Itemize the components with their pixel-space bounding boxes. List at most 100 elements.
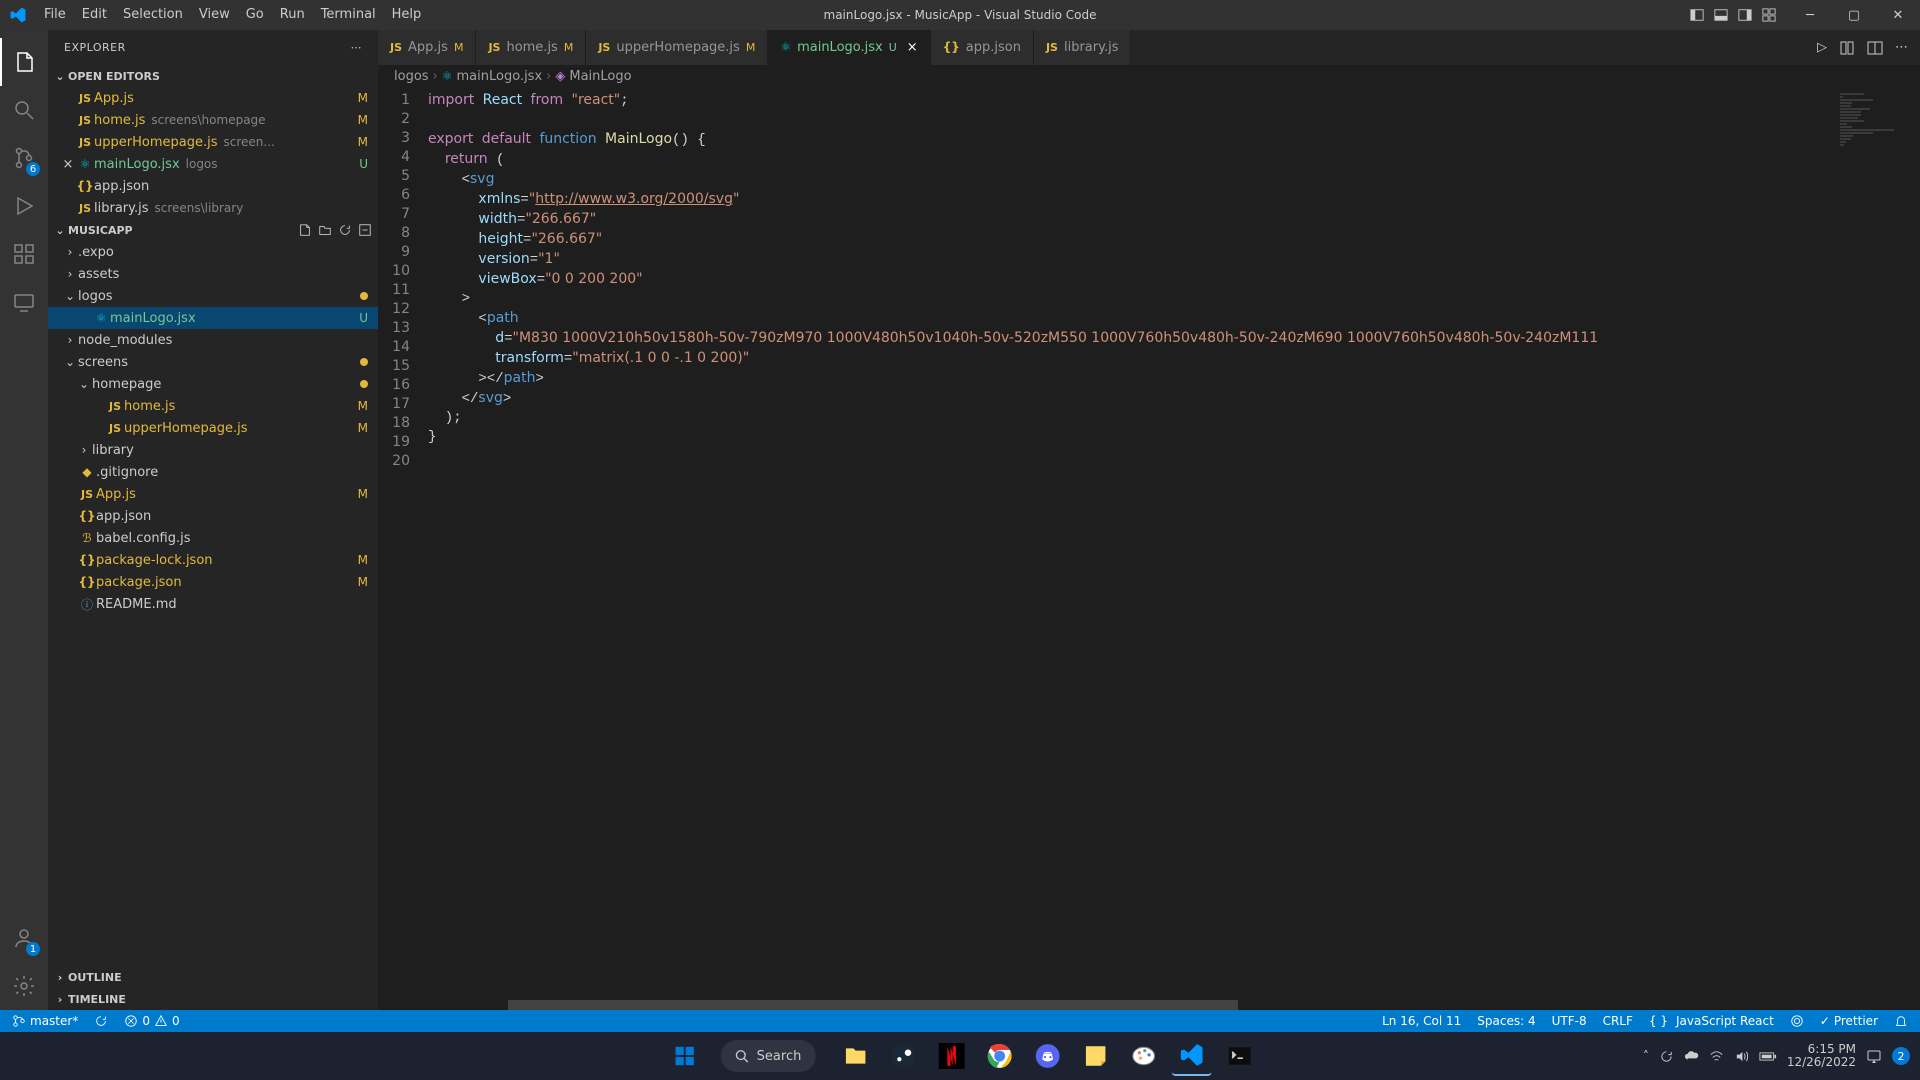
menu-view[interactable]: View [191,0,238,30]
file-item[interactable]: JSApp.jsM [48,483,378,505]
indent-indicator[interactable]: Spaces: 4 [1473,1014,1539,1028]
horizontal-scrollbar[interactable] [428,1000,1810,1010]
project-section[interactable]: ⌄ MUSICAPP [48,219,378,241]
new-folder-icon[interactable] [316,221,334,239]
folder-item[interactable]: ›.expo [48,241,378,263]
accounts-tab[interactable]: 1 [0,914,48,962]
steam-icon[interactable] [883,1036,923,1076]
open-editor-item[interactable]: JShome.jsscreens\homepageM [48,109,378,131]
file-item[interactable]: {}package.jsonM [48,571,378,593]
chrome-icon[interactable] [979,1036,1019,1076]
start-button[interactable] [661,1032,709,1080]
remote-explorer-tab[interactable] [0,278,48,326]
notifications-icon[interactable] [1890,1014,1912,1028]
cursor-position[interactable]: Ln 16, Col 11 [1378,1014,1465,1028]
more-icon[interactable]: ⋯ [1895,40,1908,55]
tray-chevron-icon[interactable]: ˄ [1643,1049,1649,1063]
menu-selection[interactable]: Selection [115,0,191,30]
notification-button[interactable] [1866,1048,1882,1064]
close-icon[interactable]: × [907,40,918,55]
split-icon[interactable] [1867,40,1883,56]
file-item[interactable]: ◆.gitignore [48,461,378,483]
volume-icon[interactable] [1734,1049,1749,1064]
open-editor-item[interactable]: JSApp.jsM [48,87,378,109]
prettier-indicator[interactable]: ✓ Prettier [1816,1014,1882,1028]
new-file-icon[interactable] [296,221,314,239]
open-editor-item[interactable]: ×⚛mainLogo.jsxlogosU [48,153,378,175]
close-button[interactable]: ✕ [1876,0,1920,30]
toggle-secondary-sidebar-icon[interactable] [1734,4,1756,26]
source-control-tab[interactable]: 6 [0,134,48,182]
open-editors-section[interactable]: ⌄ OPEN EDITORS [48,65,378,87]
breadcrumb[interactable]: logos › ⚛ mainLogo.jsx › ◈ MainLogo [378,65,1920,87]
collapse-icon[interactable] [356,221,374,239]
open-editor-item[interactable]: JSlibrary.jsscreens\library [48,197,378,219]
code-editor[interactable]: 1234567891011121314151617181920 import R… [378,87,1920,1010]
sticky-notes-icon[interactable] [1075,1036,1115,1076]
editor-tab[interactable]: JSApp.jsM [378,30,476,65]
maximize-button[interactable]: ▢ [1832,0,1876,30]
file-item[interactable]: {}app.json [48,505,378,527]
folder-item[interactable]: ›assets [48,263,378,285]
breadcrumb-segment[interactable]: mainLogo.jsx [457,69,543,84]
code-content[interactable]: import React from "react"; export defaul… [428,87,1920,1010]
terminal-icon[interactable] [1219,1036,1259,1076]
toggle-primary-sidebar-icon[interactable] [1686,4,1708,26]
vscode-icon[interactable] [1171,1036,1211,1076]
language-indicator[interactable]: { }JavaScript React [1645,1014,1778,1028]
port-indicator[interactable] [1786,1014,1808,1028]
breadcrumb-segment[interactable]: logos [394,69,429,84]
encoding-indicator[interactable]: UTF-8 [1548,1014,1591,1028]
folder-item[interactable]: ⌄screens [48,351,378,373]
open-editor-item[interactable]: {}app.json [48,175,378,197]
file-explorer-icon[interactable] [835,1036,875,1076]
editor-tab[interactable]: JSlibrary.js [1034,30,1132,65]
file-item[interactable]: JShome.jsM [48,395,378,417]
editor-tab[interactable]: ⚛mainLogo.jsxU× [768,30,930,65]
refresh-icon[interactable] [336,221,354,239]
folder-item[interactable]: ›node_modules [48,329,378,351]
explorer-more-icon[interactable]: ⋯ [351,41,363,54]
toggle-panel-icon[interactable] [1710,4,1732,26]
clock[interactable]: 6:15 PM 12/26/2022 [1787,1043,1856,1069]
discord-icon[interactable] [1027,1036,1067,1076]
folder-item[interactable]: ⌄logos [48,285,378,307]
problems-indicator[interactable]: 0 0 [120,1014,183,1028]
file-item[interactable]: ⚛mainLogo.jsxU [48,307,378,329]
breadcrumb-segment[interactable]: MainLogo [569,69,631,84]
extensions-tab[interactable] [0,230,48,278]
close-icon[interactable]: × [60,157,76,172]
sync-icon[interactable] [1659,1049,1674,1064]
scrollbar-thumb[interactable] [508,1000,1238,1010]
wifi-icon[interactable] [1709,1049,1724,1064]
search-tab[interactable] [0,86,48,134]
menu-run[interactable]: Run [272,0,313,30]
folder-item[interactable]: ⌄homepage [48,373,378,395]
minimize-button[interactable]: ─ [1788,0,1832,30]
outline-section[interactable]: › OUTLINE [48,966,378,988]
paint-icon[interactable] [1123,1036,1163,1076]
menu-file[interactable]: File [36,0,74,30]
branch-indicator[interactable]: master* [8,1014,82,1028]
menu-help[interactable]: Help [384,0,430,30]
netflix-icon[interactable] [931,1036,971,1076]
file-item[interactable]: JSupperHomepage.jsM [48,417,378,439]
minimap[interactable] [1806,87,1906,1010]
editor-tab[interactable]: {}app.json [931,30,1034,65]
sync-indicator[interactable] [90,1014,112,1028]
menu-edit[interactable]: Edit [74,0,115,30]
onedrive-icon[interactable] [1684,1049,1699,1064]
notification-count[interactable]: 2 [1892,1047,1910,1065]
run-icon[interactable]: ▷ [1817,40,1827,55]
folder-item[interactable]: ›library [48,439,378,461]
editor-tab[interactable]: JSupperHomepage.jsM [586,30,768,65]
editor-tab[interactable]: JShome.jsM [476,30,586,65]
menu-terminal[interactable]: Terminal [313,0,384,30]
file-item[interactable]: ℬbabel.config.js [48,527,378,549]
explorer-tab[interactable] [0,38,48,86]
open-editor-item[interactable]: JSupperHomepage.jsscreen...M [48,131,378,153]
settings-tab[interactable] [0,962,48,1010]
file-item[interactable]: {}package-lock.jsonM [48,549,378,571]
timeline-section[interactable]: › TIMELINE [48,988,378,1010]
eol-indicator[interactable]: CRLF [1599,1014,1637,1028]
